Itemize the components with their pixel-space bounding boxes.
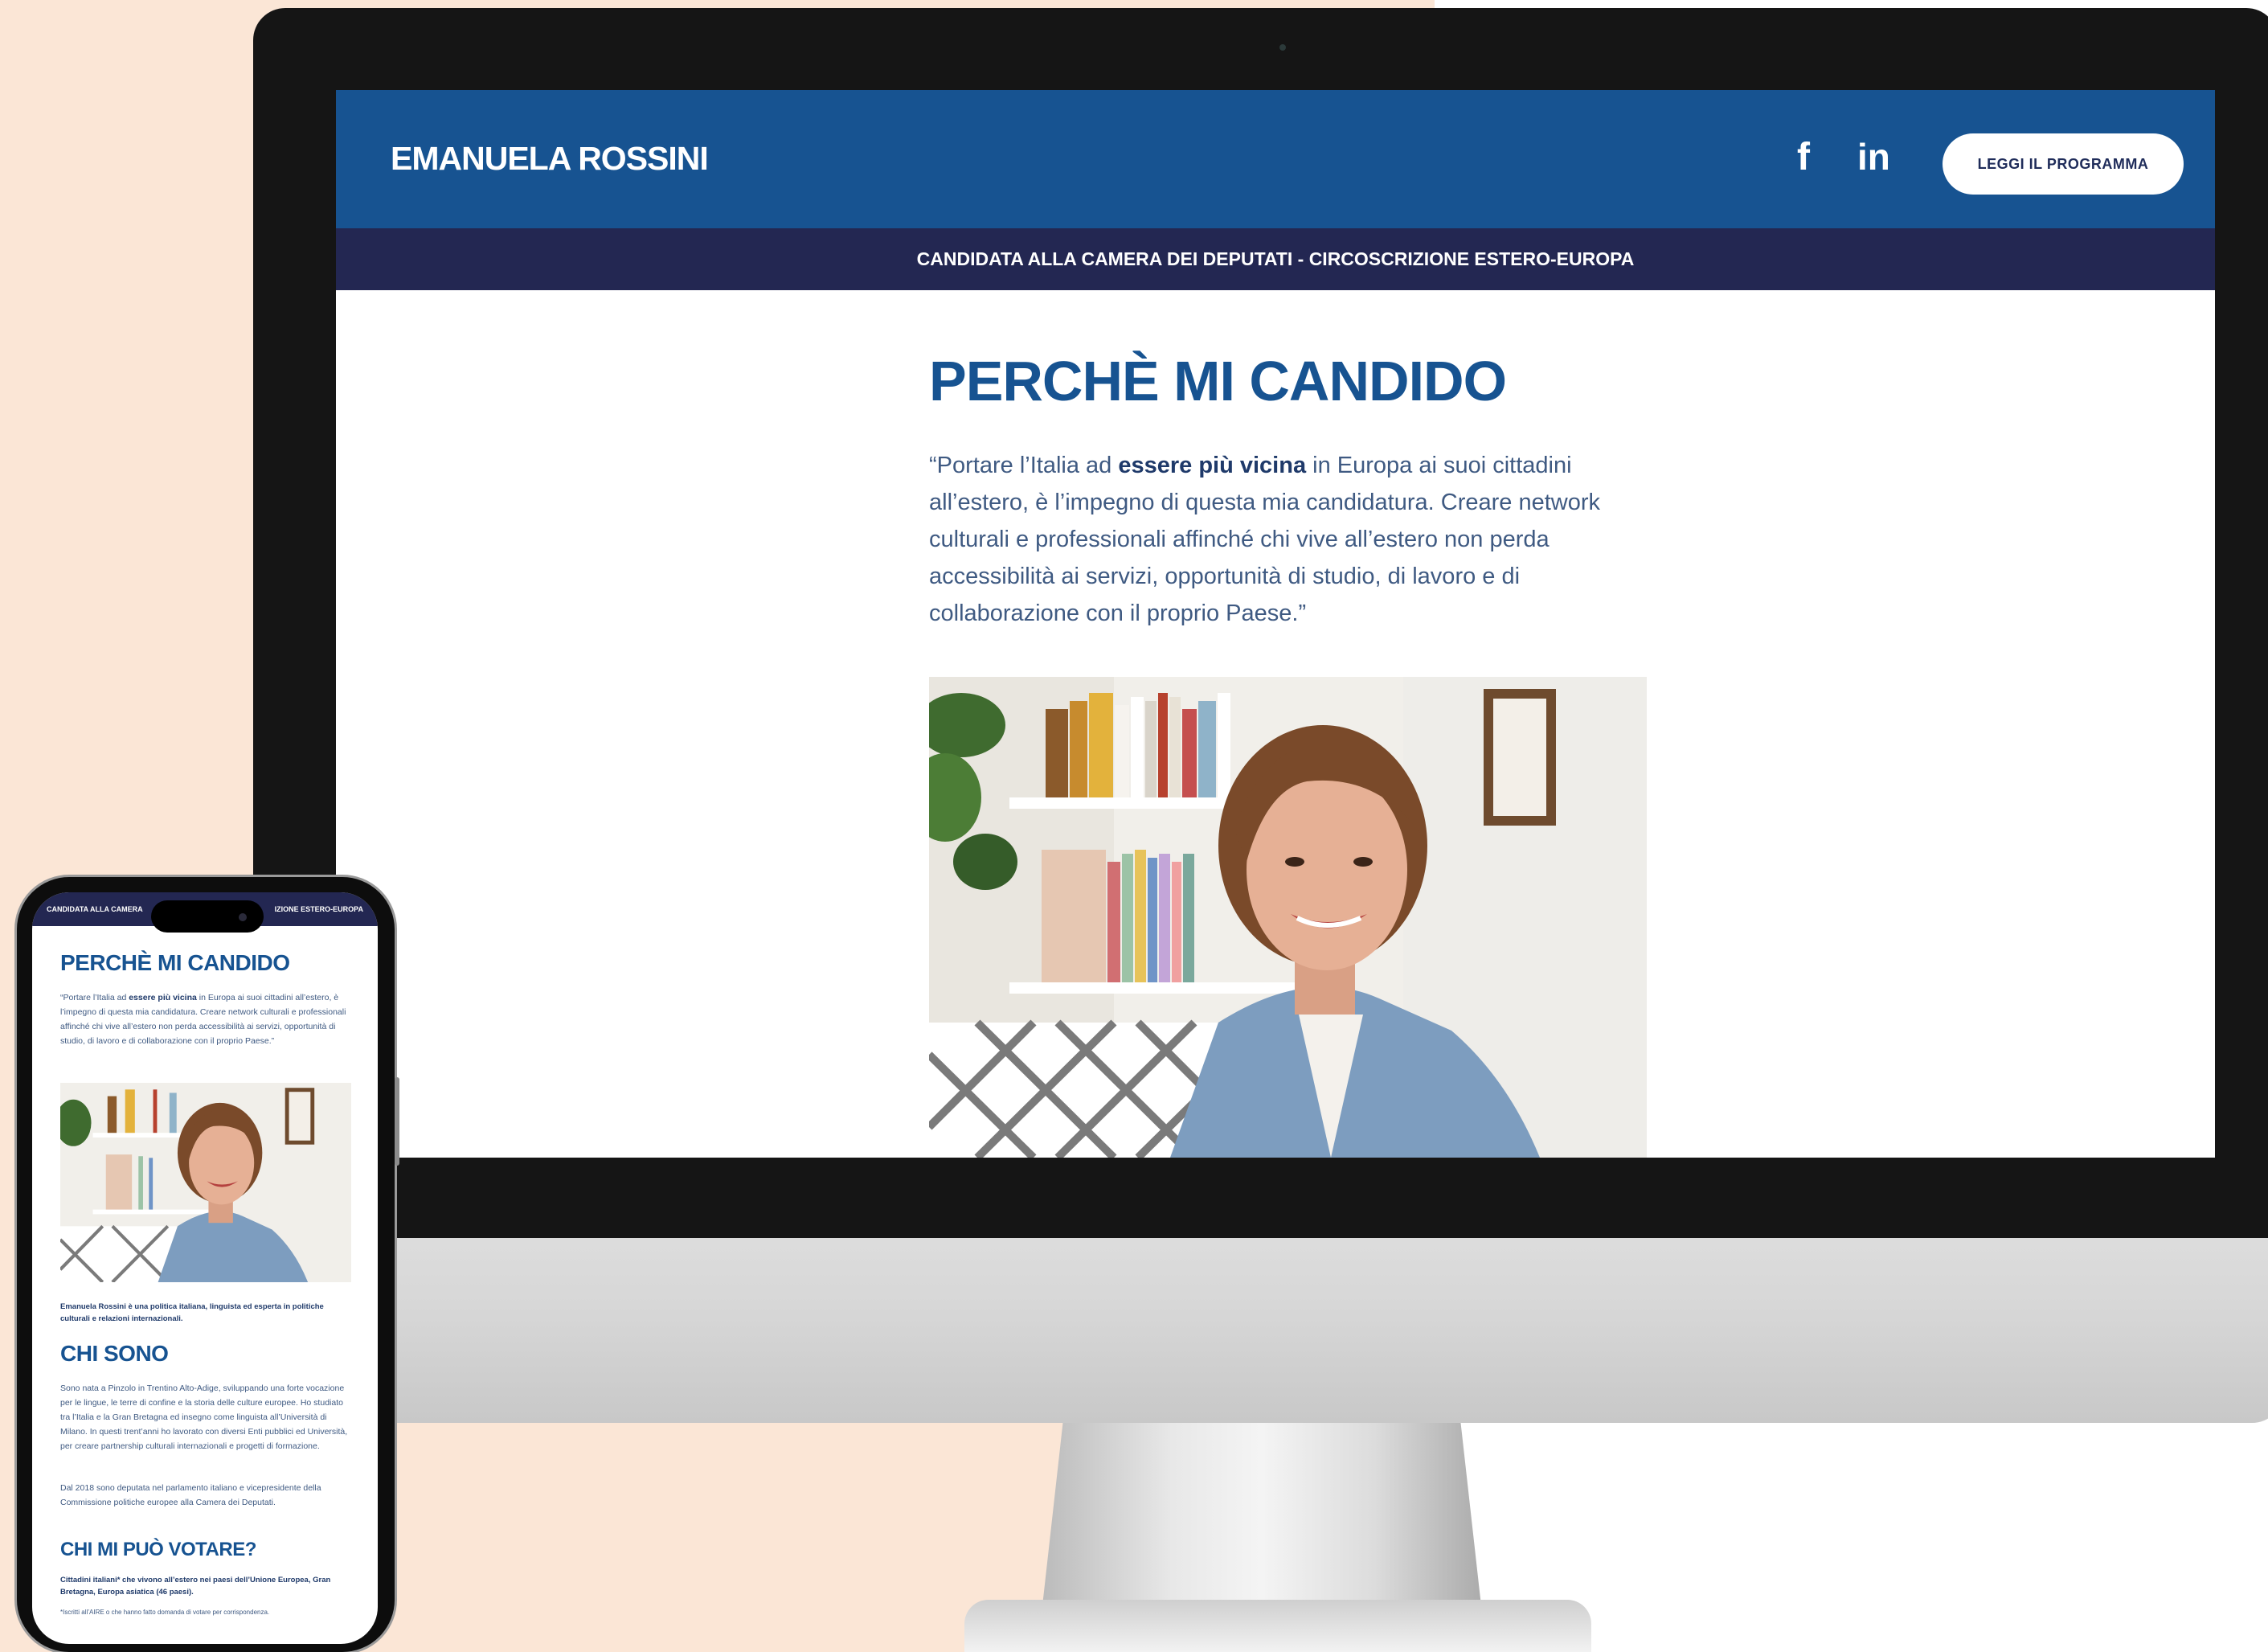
section-title: PERCHÈ MI CANDIDO — [929, 350, 1507, 412]
candidate-photo — [929, 677, 1647, 1158]
phone-vote-bold: Cittadini italiani* che vivono all’ester… — [60, 1576, 331, 1597]
phone-section-title: PERCHÈ MI CANDIDO — [60, 950, 290, 975]
phone-side-button — [395, 1077, 399, 1166]
phone-screen: CANDIDATA ALLA CAMERA IZIONE ESTERO-EURO… — [32, 892, 378, 1644]
phone-subbar-right: IZIONE ESTERO-EUROPA — [274, 905, 363, 913]
phone-chi-sono-text: Sono nata a Pinzolo in Trentino Alto-Adi… — [60, 1383, 348, 1451]
phone-section-quote: “Portare l’Italia ad essere più vicina i… — [60, 993, 346, 1046]
phone-caption: Emanuela Rossini è una politica italiana… — [60, 1302, 324, 1323]
phone-vote-note: *Iscritti all’AIRE o che hanno fatto dom… — [60, 1609, 270, 1616]
phone-vote-title: CHI MI PUÒ VOTARE? — [60, 1539, 256, 1560]
phone-chi-sono-title: CHI SONO — [60, 1341, 169, 1366]
linkedin-icon[interactable]: in — [1857, 135, 1890, 178]
facebook-icon[interactable]: f — [1797, 135, 1810, 179]
section-quote: “Portare l’Italia ad essere più vicina i… — [929, 453, 1600, 626]
site-header: EMANUELA ROSSINI f in LEGGI IL PROGRAMMA — [336, 90, 2215, 228]
read-program-button[interactable]: LEGGI IL PROGRAMMA — [1943, 133, 2184, 195]
imac-stand-foot — [964, 1600, 1591, 1652]
imac-camera — [1279, 44, 1286, 51]
phone-chi-sono-text-2: Dal 2018 sono deputata nel parlamento it… — [60, 1483, 321, 1507]
desktop-screen: EMANUELA ROSSINI f in LEGGI IL PROGRAMMA… — [336, 90, 2215, 1158]
phone-subbar-left: CANDIDATA ALLA CAMERA — [47, 905, 143, 913]
phone-candidate-photo — [60, 1083, 351, 1282]
phone-front-camera — [239, 913, 247, 921]
phone-dynamic-island — [151, 900, 264, 933]
site-logo[interactable]: EMANUELA ROSSINI — [391, 140, 709, 178]
candidacy-subbar: CANDIDATA ALLA CAMERA DEI DEPUTATI - CIR… — [336, 228, 2215, 290]
